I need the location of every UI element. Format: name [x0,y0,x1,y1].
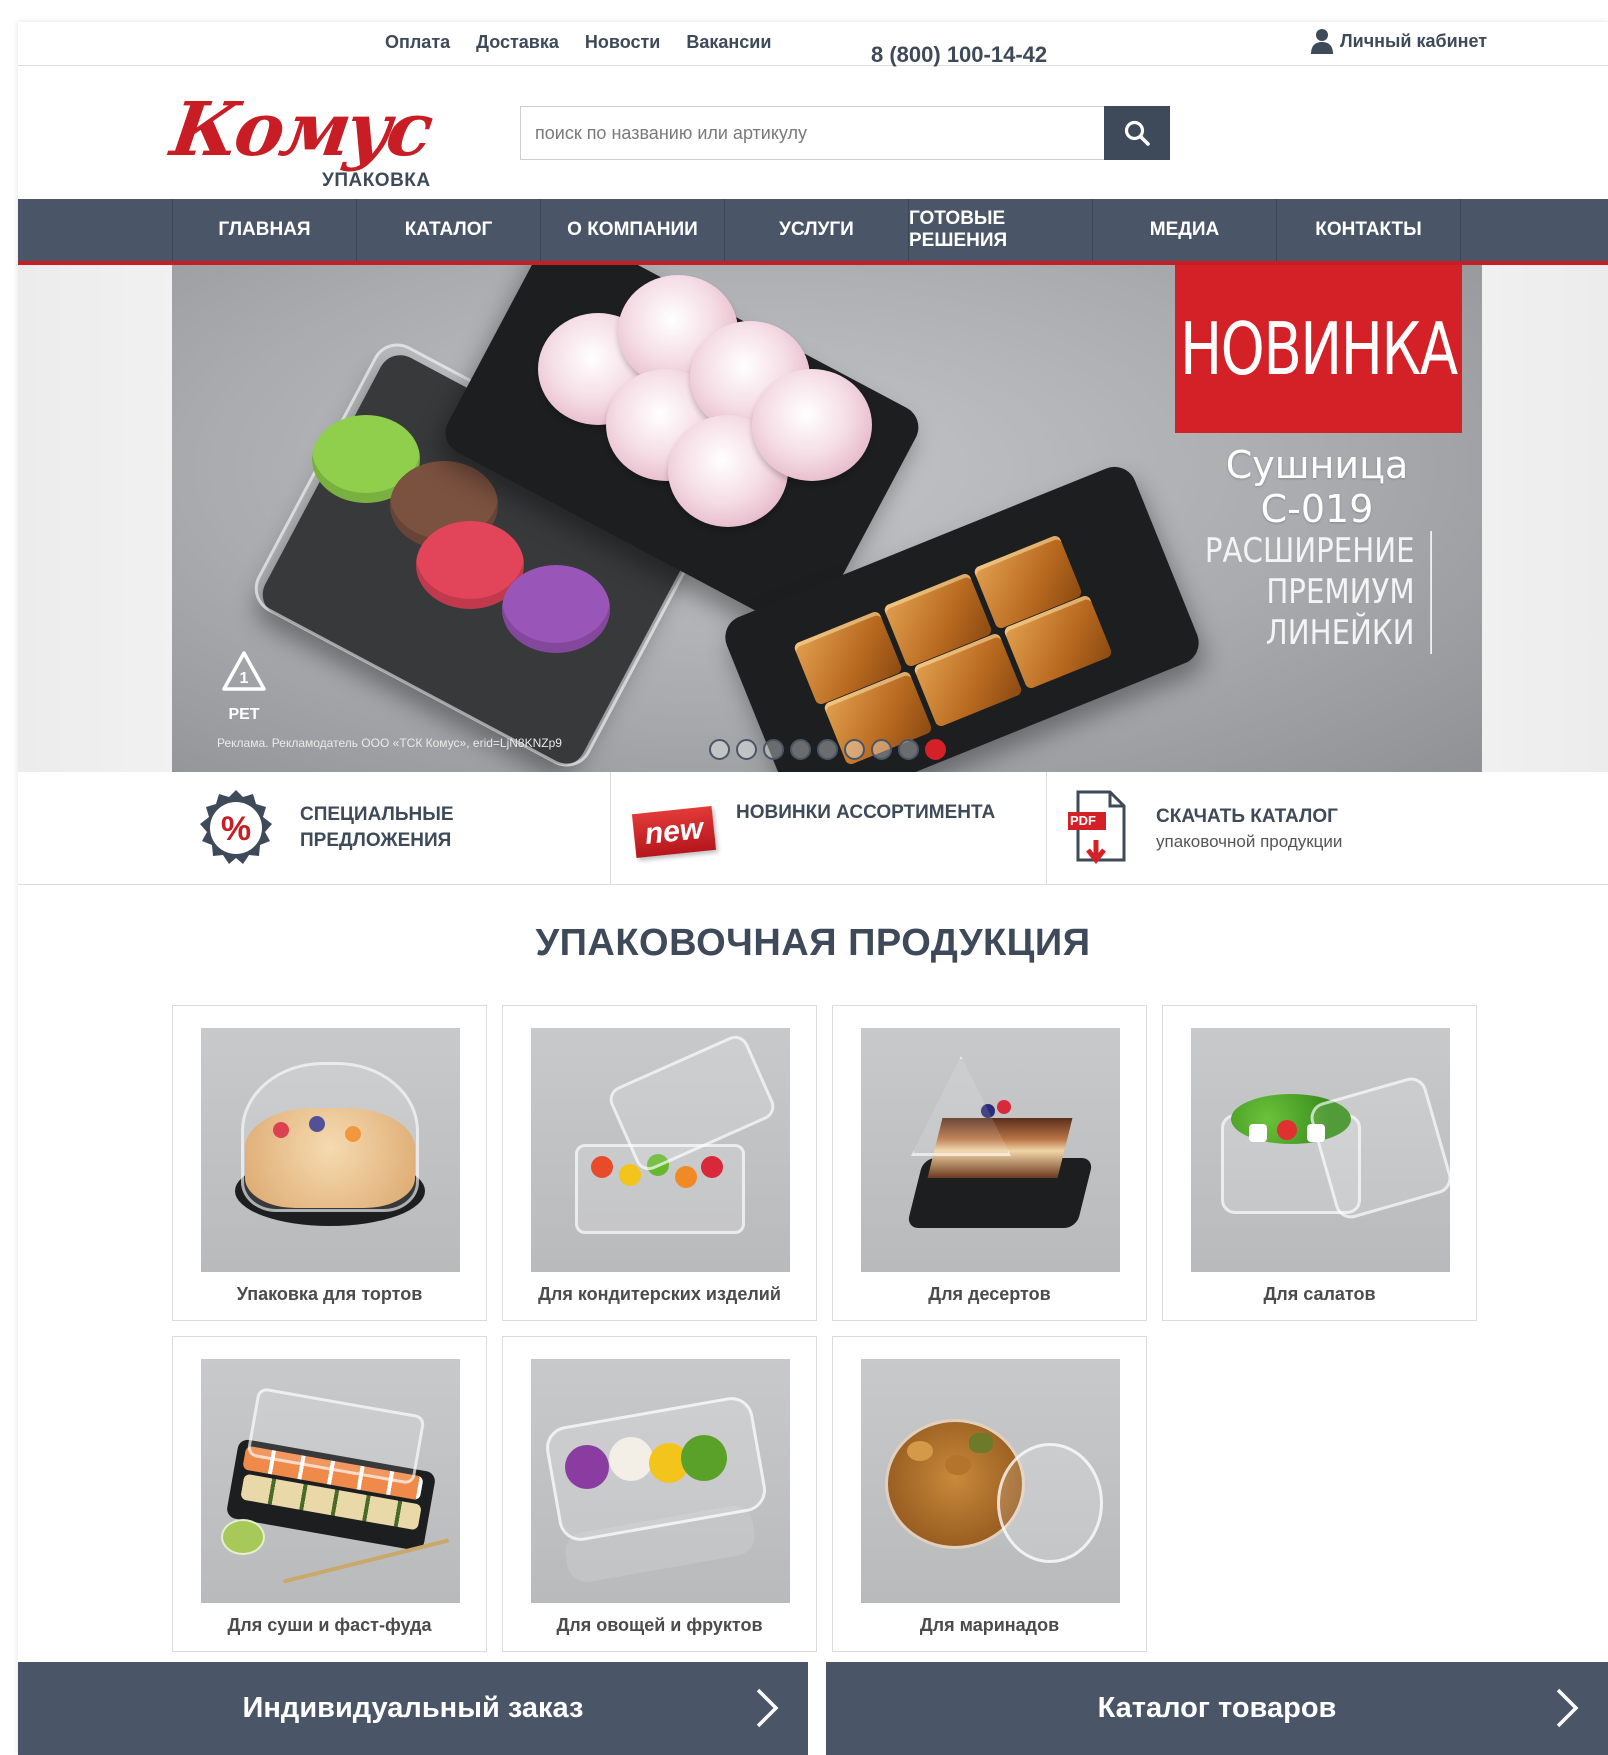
slider-dot-4[interactable] [790,739,811,760]
search-input[interactable] [520,106,1104,160]
search-bar [520,106,1170,160]
slider-dots [709,739,946,760]
banner-tagline-line-2: ПРЕМИУМ [1266,572,1415,612]
nav-item-solutions[interactable]: ГОТОВЫЕ РЕШЕНИЯ [909,199,1093,261]
slider-dot-6[interactable] [844,739,865,760]
banner-meringue-6 [752,369,872,481]
category-image [201,1359,460,1603]
feature-divider [610,772,611,884]
feature-divider [1046,772,1047,884]
logo-subtitle: УПАКОВКА [322,170,431,191]
recycle-icon: 1 [222,651,266,691]
special-offers-title-1: СПЕЦИАЛЬНЫЕ [300,804,454,825]
slider-dot-5[interactable] [817,739,838,760]
new-badge-icon: new [631,805,717,859]
slider-dot-9[interactable] [925,739,946,760]
account-label: Личный кабинет [1340,30,1488,51]
pet-label: PET [228,706,260,723]
banner-tagline-line-1: РАСШИРЕНИЕ [1205,531,1415,571]
user-icon [1311,29,1333,54]
top-link-payment[interactable]: Оплата [385,32,450,53]
new-badge-text: new [643,812,705,851]
svg-text:%: % [221,810,251,848]
category-image [861,1359,1120,1603]
nav-item-media[interactable]: МЕДИА [1093,199,1277,261]
banner-macaron-purple [502,565,610,653]
search-button[interactable] [1104,106,1170,160]
download-catalog-link[interactable]: PDF СКАЧАТЬ КАТАЛОГ упаковочной продукци… [1066,772,1342,884]
slider-dot-8[interactable] [898,739,919,760]
slider-dot-7[interactable] [871,739,892,760]
new-product-badge-text: НОВИНКА [1180,307,1458,391]
phone-number[interactable]: 8 (800) 100-14-42 [871,42,1047,68]
category-label: Упаковка для тортов [236,1284,423,1304]
new-assortment-title: НОВИНКИ АССОРТИМЕНТА [736,802,996,823]
ad-disclaimer: Реклама. Рекламодатель ООО «ТСК Комус», … [217,736,562,750]
banner-tagline-line-3: ЛИНЕЙКИ [1265,613,1415,653]
pet-number: 1 [240,670,249,687]
main-nav: ГЛАВНАЯ КАТАЛОГ О КОМПАНИИ УСЛУГИ ГОТОВЫ… [18,199,1608,265]
top-link-news[interactable]: Новости [585,32,660,53]
category-card-cakes[interactable]: Упаковка для тортов [172,1005,487,1321]
category-label: Для суши и фаст-фуда [227,1615,432,1635]
nav-item-catalog[interactable]: КАТАЛОГ [357,199,541,261]
custom-order-label: Индивидуальный заказ [242,1692,584,1724]
slider-dot-2[interactable] [736,739,757,760]
category-card-sushi[interactable]: Для суши и фаст-фуда [172,1336,487,1652]
chevron-right-icon [1556,1688,1579,1728]
category-label: Для овощей и фруктов [556,1615,763,1635]
special-offers-title-2: ПРЕДЛОЖЕНИЯ [300,830,452,851]
category-card-salads[interactable]: Для салатов [1162,1005,1477,1321]
hero-slider[interactable]: НОВИНКА Сушница С-019 РАСШИРЕНИЕ ПРЕМИУМ… [172,265,1482,772]
category-card-marinades[interactable]: Для маринадов [832,1336,1147,1652]
category-card-vegetables[interactable]: Для овощей и фруктов [502,1336,817,1652]
download-catalog-title: СКАЧАТЬ КАТАЛОГ [1156,806,1338,827]
custom-order-button[interactable]: Индивидуальный заказ [18,1662,808,1755]
search-icon [1124,120,1150,146]
category-label: Для салатов [1263,1284,1376,1304]
logo[interactable]: Комус УПАКОВКА [166,87,442,200]
page: Оплата Доставка Новости Вакансии 8 (800)… [18,22,1608,1755]
chevron-right-icon [756,1688,779,1728]
category-image [1191,1028,1450,1272]
nav-item-services[interactable]: УСЛУГИ [725,199,909,261]
category-label: Для кондитерских изделий [538,1284,781,1304]
account-link[interactable]: Личный кабинет [1310,28,1487,54]
new-product-badge: НОВИНКА [1175,265,1462,433]
banner-product-name: Сушница С-019 [1225,443,1409,531]
banner-area: НОВИНКА Сушница С-019 РАСШИРЕНИЕ ПРЕМИУМ… [18,265,1608,772]
percent-badge-icon: % [200,790,272,864]
category-label: Для десертов [928,1284,1051,1304]
slider-dot-1[interactable] [709,739,730,760]
banner-tagline: РАСШИРЕНИЕ ПРЕМИУМ ЛИНЕЙКИ [1205,531,1432,654]
pdf-download-icon: PDF [1066,788,1130,868]
catalog-label: Каталог товаров [1097,1692,1337,1724]
section-title: УПАКОВОЧНАЯ ПРОДУКЦИЯ [535,922,1091,964]
pdf-badge-text: PDF [1070,813,1096,828]
logo-wordmark: Комус [165,87,435,173]
category-image [201,1028,460,1272]
category-label: Для маринадов [919,1615,1060,1635]
top-bar: Оплата Доставка Новости Вакансии 8 (800)… [18,22,1608,68]
nav-item-home[interactable]: ГЛАВНАЯ [173,199,357,261]
feature-row: % СПЕЦИАЛЬНЫЕ ПРЕДЛОЖЕНИЯ new НОВИНКИ АС… [18,772,1608,885]
top-link-delivery[interactable]: Доставка [476,32,559,53]
download-catalog-subtitle: упаковочной продукции [1156,832,1343,851]
pet-recycle-mark: 1 PET [214,649,274,724]
top-links: Оплата Доставка Новости Вакансии [385,32,771,53]
category-card-desserts[interactable]: Для десертов [832,1005,1147,1321]
category-card-confectionery[interactable]: Для кондитерских изделий [502,1005,817,1321]
category-image [861,1028,1120,1272]
nav-item-about[interactable]: О КОМПАНИИ [541,199,725,261]
category-image [531,1028,790,1272]
category-image [531,1359,790,1603]
nav-item-contacts[interactable]: КОНТАКТЫ [1277,199,1461,261]
slider-dot-3[interactable] [763,739,784,760]
catalog-button[interactable]: Каталог товаров [826,1662,1608,1755]
new-assortment-link[interactable]: new НОВИНКИ АССОРТИМЕНТА [631,772,996,884]
top-link-vacancies[interactable]: Вакансии [686,32,771,53]
special-offers-link[interactable]: % СПЕЦИАЛЬНЫЕ ПРЕДЛОЖЕНИЯ [196,772,454,884]
